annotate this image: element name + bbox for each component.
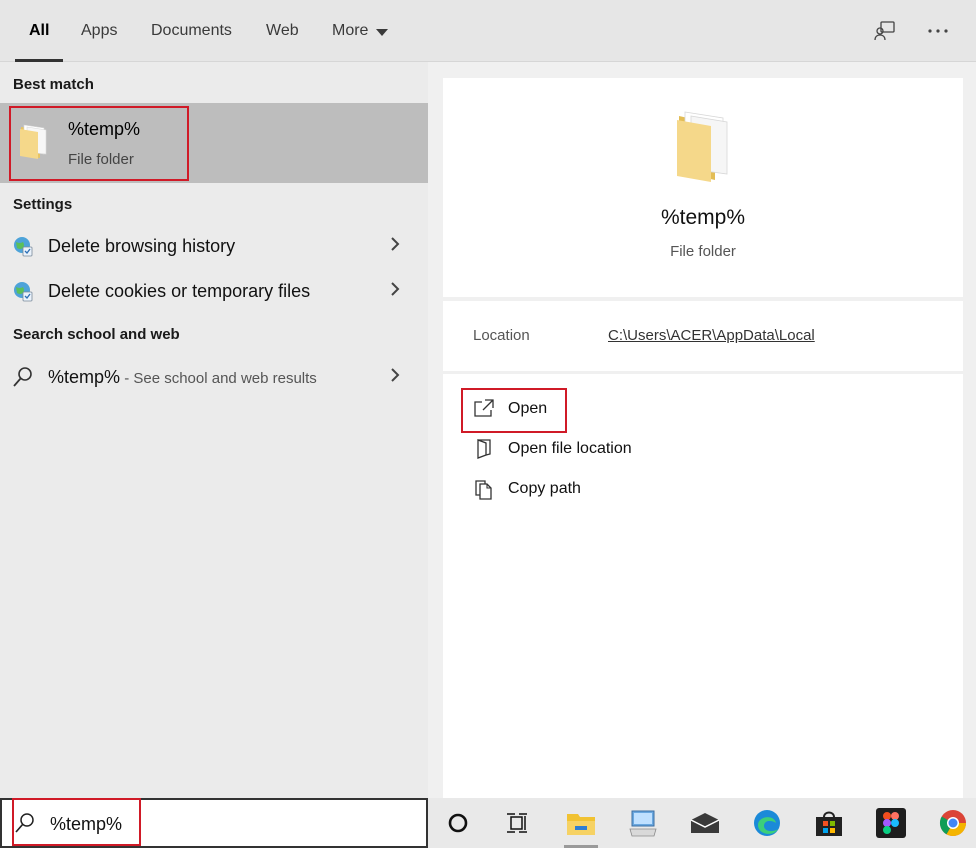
open-file-location-label: Open file location <box>508 440 632 457</box>
search-icon <box>13 367 32 387</box>
preview-title: %temp% <box>660 206 746 229</box>
location-card: Location C:\Users\ACER\AppData\Local <box>443 301 963 371</box>
best-match-heading: Best match <box>13 76 94 93</box>
highlight-box-best-match <box>9 106 189 181</box>
tab-apps-label: Apps <box>81 22 118 39</box>
copy-icon <box>475 480 492 500</box>
search-tab-bar: All Apps Documents Web More <box>0 0 976 62</box>
chevron-right-icon <box>390 281 400 302</box>
folder-icon <box>677 111 728 182</box>
caret-down-icon <box>376 28 389 36</box>
tab-all[interactable]: All <box>15 0 64 62</box>
task-view-icon[interactable] <box>500 806 534 840</box>
setting-item-delete-browsing-history[interactable]: Delete browsing history <box>0 224 428 268</box>
taskbar <box>428 798 976 848</box>
globe-settings-icon <box>14 282 33 302</box>
edge-icon[interactable] <box>750 806 784 840</box>
web-search-result[interactable]: %temp% - See school and web results <box>0 355 428 399</box>
actions-card: Open Open file location Copy path <box>443 374 963 798</box>
setting-item-label: Delete browsing history <box>48 235 236 256</box>
tab-web-label: Web <box>266 22 299 39</box>
store-icon[interactable] <box>812 806 846 840</box>
chrome-icon[interactable] <box>936 806 970 840</box>
mail-icon[interactable] <box>688 806 722 840</box>
tab-more-label: More <box>332 22 369 39</box>
file-location-icon <box>477 439 491 459</box>
settings-heading: Settings <box>13 196 73 213</box>
file-explorer-icon[interactable] <box>564 806 598 848</box>
location-link[interactable]: C:\Users\ACER\AppData\Local <box>608 327 815 344</box>
feedback-icon[interactable] <box>870 16 900 46</box>
tab-apps[interactable]: Apps <box>81 0 117 62</box>
preview-pane: %temp% File folder Location C:\Users\ACE… <box>443 78 963 798</box>
tab-web[interactable]: Web <box>266 0 299 62</box>
globe-settings-icon <box>14 237 33 257</box>
tab-documents-label: Documents <box>151 22 232 39</box>
setting-item-label: Delete cookies or temporary files <box>48 280 311 301</box>
chevron-right-icon <box>390 367 400 388</box>
preview-subtitle: File folder <box>670 243 736 260</box>
copy-path-label: Copy path <box>508 480 581 497</box>
tab-all-label: All <box>29 22 50 39</box>
chevron-right-icon <box>390 236 400 257</box>
location-label: Location <box>473 327 530 344</box>
preview-header-card: %temp% File folder <box>443 78 963 297</box>
results-list: Best match %temp% File folder Settings D… <box>0 62 428 798</box>
highlight-box-open <box>461 388 567 433</box>
search-web-heading: Search school and web <box>13 326 180 343</box>
figma-icon[interactable] <box>874 806 908 840</box>
control-panel-icon[interactable] <box>626 806 660 840</box>
web-result-text: %temp% - See school and web results <box>48 367 317 388</box>
cortana-icon[interactable] <box>441 806 475 840</box>
tab-more[interactable]: More <box>332 0 389 62</box>
tab-documents[interactable]: Documents <box>151 0 232 62</box>
setting-item-delete-cookies[interactable]: Delete cookies or temporary files <box>0 269 428 313</box>
more-options-icon[interactable] <box>923 16 953 46</box>
highlight-box-search <box>12 798 141 846</box>
web-result-query: %temp% <box>48 366 121 387</box>
web-result-suffix: - See school and web results <box>120 369 317 387</box>
